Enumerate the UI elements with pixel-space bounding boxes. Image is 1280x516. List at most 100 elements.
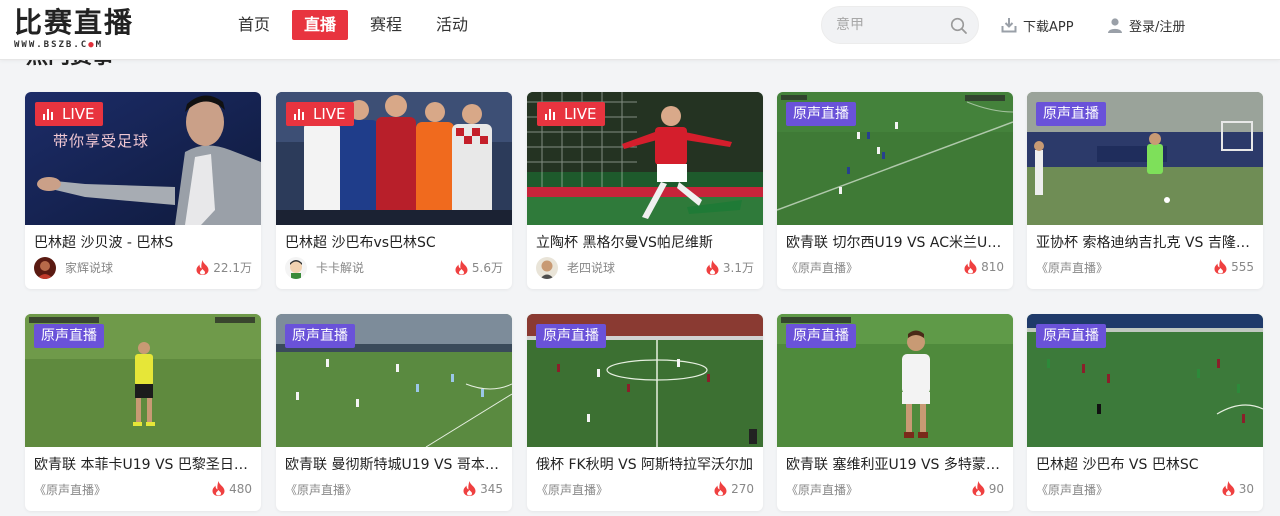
stream-card[interactable]: LIVE 巴林超 沙巴布vs巴林SC 卡卡解说 5.6万 [276, 92, 512, 289]
original-audio-badge: 原声直播 [786, 102, 856, 126]
flame-icon [463, 481, 476, 496]
stream-thumbnail: 原声直播 [1027, 92, 1263, 225]
anchor-name[interactable]: 家辉说球 [65, 259, 113, 276]
logo-url: WWW.BSZB.C●M [14, 40, 104, 50]
logo-title: 比赛直播 [14, 6, 135, 39]
nav-activity[interactable]: 活动 [424, 10, 480, 40]
anchor-name[interactable]: 老四说球 [567, 259, 615, 276]
stream-title[interactable]: 欧青联 本菲卡U19 VS 巴黎圣日耳… [34, 454, 252, 476]
signal-bars-icon [43, 108, 55, 120]
stream-meta: 《原声直播》 555 [1036, 257, 1254, 279]
stream-meta: 《原声直播》 270 [536, 479, 754, 501]
original-audio-badge: 原声直播 [786, 324, 856, 348]
anchor-name[interactable]: 《原声直播》 [786, 481, 858, 498]
stream-thumbnail: 原声直播 [777, 314, 1013, 447]
flame-icon [1214, 259, 1227, 274]
stream-meta: 《原声直播》 90 [786, 479, 1004, 501]
original-audio-badge: 原声直播 [285, 324, 355, 348]
user-icon [1108, 18, 1122, 33]
heat-count: 345 [463, 481, 503, 496]
avatar [34, 257, 56, 279]
stream-title[interactable]: 巴林超 沙贝波 - 巴林S [34, 232, 252, 254]
flame-icon [706, 260, 719, 275]
stream-meta: 《原声直播》 480 [34, 479, 252, 501]
avatar [285, 257, 307, 279]
heat-count: 30 [1222, 481, 1254, 496]
heat-count: 270 [714, 481, 754, 496]
stream-thumbnail: LIVE [276, 92, 512, 225]
flame-icon [196, 260, 209, 275]
stream-meta: 卡卡解说 5.6万 [285, 257, 503, 279]
stream-thumbnail: 原声直播 [777, 92, 1013, 225]
anchor-name[interactable]: 《原声直播》 [536, 481, 608, 498]
live-badge: LIVE [537, 102, 605, 126]
site-logo[interactable]: 比赛直播 WWW.BSZB.C●M [14, 6, 138, 50]
search-input[interactable] [836, 7, 946, 43]
main-nav: 首页 直播 赛程 活动 [226, 10, 490, 40]
search-icon[interactable] [950, 17, 968, 35]
stream-card[interactable]: 原声直播 欧青联 曼彻斯特城U19 VS 哥本哈… 《原声直播》 345 [276, 314, 512, 511]
heat-count: 3.1万 [706, 259, 754, 276]
stream-thumbnail: 原声直播 [25, 314, 261, 447]
heat-count: 90 [972, 481, 1004, 496]
stream-meta: 《原声直播》 30 [1036, 479, 1254, 501]
stream-thumbnail: 原声直播 [1027, 314, 1263, 447]
download-app-link[interactable]: 下载APP [1001, 15, 1074, 35]
stream-thumbnail: 原声直播 [276, 314, 512, 447]
flame-icon [714, 481, 727, 496]
top-header: 比赛直播 WWW.BSZB.C●M 首页 直播 赛程 活动 下载APP 登录/注… [0, 0, 1280, 60]
anchor-name[interactable]: 《原声直播》 [1036, 259, 1108, 276]
stream-title[interactable]: 巴林超 沙巴布vs巴林SC [285, 232, 503, 254]
stream-card[interactable]: 原声直播 欧青联 塞维利亚U19 VS 多特蒙德… 《原声直播》 90 [777, 314, 1013, 511]
login-register-link[interactable]: 登录/注册 [1107, 15, 1185, 35]
stream-title[interactable]: 欧青联 曼彻斯特城U19 VS 哥本哈… [285, 454, 503, 476]
stream-title[interactable]: 立陶杯 黑格尔曼VS帕尼维斯 [536, 232, 754, 254]
flame-icon [1222, 481, 1235, 496]
original-audio-badge: 原声直播 [1036, 102, 1106, 126]
flame-icon [212, 481, 225, 496]
stream-title[interactable]: 巴林超 沙巴布 VS 巴林SC [1036, 454, 1254, 476]
anchor-name[interactable]: 卡卡解说 [316, 259, 364, 276]
original-audio-badge: 原声直播 [1036, 324, 1106, 348]
stream-thumbnail: LIVE 带你享受足球 [25, 92, 261, 225]
search-box [821, 6, 979, 44]
heat-count: 22.1万 [196, 259, 252, 276]
stream-card[interactable]: 原声直播 亚协杯 索格迪纳吉扎克 VS 吉隆… 《原声直播》 555 [1027, 92, 1263, 289]
download-icon [1001, 18, 1017, 33]
anchor-name[interactable]: 《原声直播》 [285, 481, 357, 498]
stream-card[interactable]: 原声直播 俄杯 FK秋明 VS 阿斯特拉罕沃尔加 《原声直播》 270 [527, 314, 763, 511]
stream-card[interactable]: 原声直播 欧青联 切尔西U19 VS AC米兰U19 《原声直播》 810 [777, 92, 1013, 289]
stream-thumbnail: 原声直播 [527, 314, 763, 447]
heat-count: 480 [212, 481, 252, 496]
signal-bars-icon [294, 108, 306, 120]
anchor-name[interactable]: 《原声直播》 [1036, 481, 1108, 498]
nav-home[interactable]: 首页 [226, 10, 282, 40]
stream-title[interactable]: 欧青联 切尔西U19 VS AC米兰U19 [786, 232, 1004, 254]
stream-card[interactable]: LIVE 带你享受足球 巴林超 沙贝波 - 巴林S 家辉说球 22.1万 [25, 92, 261, 289]
live-badge: LIVE [286, 102, 354, 126]
thumbnail-caption: 带你享受足球 [53, 132, 150, 150]
flame-icon [972, 481, 985, 496]
stream-meta: 《原声直播》 810 [786, 257, 1004, 279]
stream-title[interactable]: 俄杯 FK秋明 VS 阿斯特拉罕沃尔加 [536, 454, 754, 476]
original-audio-badge: 原声直播 [34, 324, 104, 348]
avatar [536, 257, 558, 279]
stream-meta: 家辉说球 22.1万 [34, 257, 252, 279]
nav-schedule[interactable]: 赛程 [358, 10, 414, 40]
stream-meta: 《原声直播》 345 [285, 479, 503, 501]
signal-bars-icon [545, 108, 557, 120]
original-audio-badge: 原声直播 [536, 324, 606, 348]
stream-meta: 老四说球 3.1万 [536, 257, 754, 279]
heat-count: 5.6万 [455, 259, 503, 276]
stream-title[interactable]: 亚协杯 索格迪纳吉扎克 VS 吉隆… [1036, 232, 1254, 254]
heat-count: 810 [964, 259, 1004, 274]
stream-title[interactable]: 欧青联 塞维利亚U19 VS 多特蒙德… [786, 454, 1004, 476]
flame-icon [964, 259, 977, 274]
anchor-name[interactable]: 《原声直播》 [34, 481, 106, 498]
stream-card[interactable]: 原声直播 巴林超 沙巴布 VS 巴林SC 《原声直播》 30 [1027, 314, 1263, 511]
anchor-name[interactable]: 《原声直播》 [786, 259, 858, 276]
stream-card[interactable]: LIVE 立陶杯 黑格尔曼VS帕尼维斯 老四说球 3.1万 [527, 92, 763, 289]
nav-live[interactable]: 直播 [292, 10, 349, 40]
flame-icon [455, 260, 468, 275]
stream-card[interactable]: 原声直播 欧青联 本菲卡U19 VS 巴黎圣日耳… 《原声直播》 480 [25, 314, 261, 511]
